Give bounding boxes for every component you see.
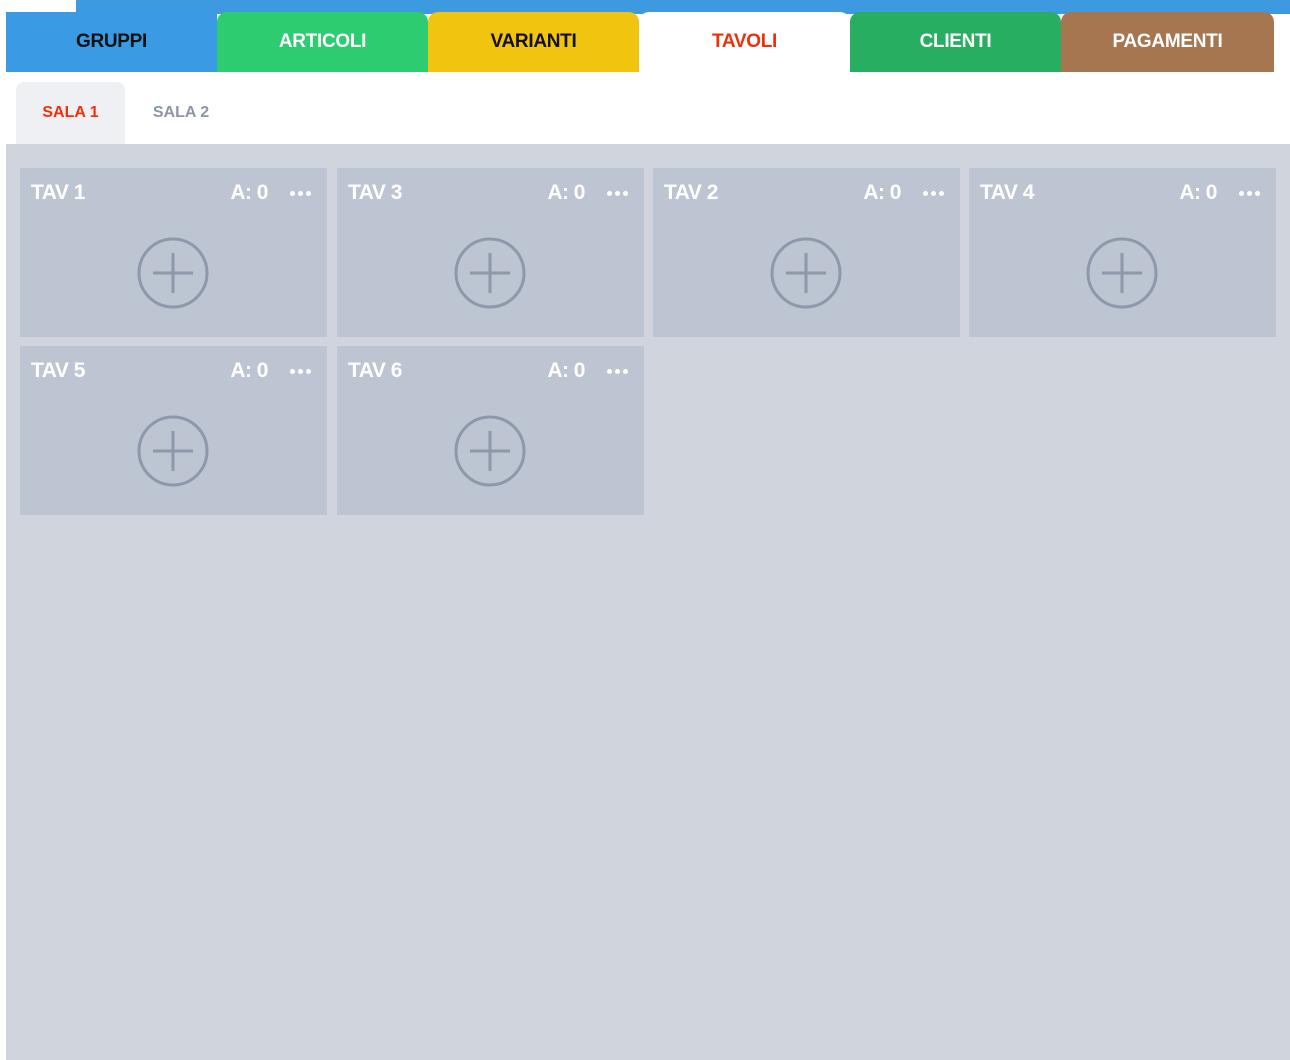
table-card[interactable]: TAV 4 A: 0 (969, 168, 1276, 337)
table-count: A: 0 (547, 359, 585, 382)
plus-circle-icon[interactable] (454, 237, 526, 309)
tab-label: PAGAMENTI (1112, 31, 1223, 52)
main-tabbar: GRUPPI ARTICOLI VARIANTI TAVOLI CLIENTI … (6, 12, 1290, 72)
table-floor: TAV 1 A: 0 TAV 3 A: 0 TAV 2 A: 0 TAV 4 A… (6, 144, 1290, 1060)
more-dots-icon[interactable] (918, 182, 948, 204)
table-count: A: 0 (230, 181, 268, 204)
tab-label: VARIANTI (490, 31, 577, 52)
top-strip-gap (6, 0, 76, 12)
more-dots-icon[interactable] (1234, 182, 1264, 204)
table-name: TAV 3 (348, 181, 402, 204)
table-card[interactable]: TAV 3 A: 0 (337, 168, 644, 337)
table-count: A: 0 (863, 181, 901, 204)
plus-circle-icon[interactable] (137, 415, 209, 487)
plus-circle-icon[interactable] (770, 237, 842, 309)
room-tab-label: SALA 1 (42, 104, 99, 121)
app-root: GRUPPI ARTICOLI VARIANTI TAVOLI CLIENTI … (6, 0, 1290, 1060)
table-name: TAV 5 (31, 359, 85, 382)
more-dots-icon[interactable] (285, 182, 315, 204)
room-tabbar: SALA 1 SALA 2 (6, 72, 1290, 144)
tab-articoli[interactable]: ARTICOLI (217, 12, 428, 72)
table-name: TAV 6 (348, 359, 402, 382)
table-name: TAV 2 (664, 181, 718, 204)
table-count: A: 0 (230, 359, 268, 382)
tab-clienti[interactable]: CLIENTI (850, 12, 1061, 72)
tab-gruppi[interactable]: GRUPPI (6, 12, 217, 72)
more-dots-icon[interactable] (285, 360, 315, 382)
table-count: A: 0 (547, 181, 585, 204)
table-card[interactable]: TAV 1 A: 0 (20, 168, 327, 337)
more-dots-icon[interactable] (602, 182, 632, 204)
room-tab-sala-2[interactable]: SALA 2 (125, 82, 237, 144)
tab-label: TAVOLI (711, 31, 778, 52)
tab-tavoli[interactable]: TAVOLI (639, 12, 850, 72)
table-name: TAV 1 (31, 181, 85, 204)
tab-varianti[interactable]: VARIANTI (428, 12, 639, 72)
tab-label: ARTICOLI (278, 31, 367, 52)
tab-label: CLIENTI (919, 31, 992, 52)
more-dots-icon[interactable] (602, 360, 632, 382)
plus-circle-icon[interactable] (137, 237, 209, 309)
plus-circle-icon[interactable] (1086, 237, 1158, 309)
table-count: A: 0 (1179, 181, 1217, 204)
plus-circle-icon[interactable] (454, 415, 526, 487)
room-tab-label: SALA 2 (152, 104, 210, 121)
table-card[interactable]: TAV 5 A: 0 (20, 346, 327, 515)
room-tab-sala-1[interactable]: SALA 1 (16, 82, 125, 144)
table-card[interactable]: TAV 6 A: 0 (337, 346, 644, 515)
table-card[interactable]: TAV 2 A: 0 (653, 168, 960, 337)
tab-pagamenti[interactable]: PAGAMENTI (1061, 12, 1274, 72)
tab-label: GRUPPI (75, 31, 148, 52)
table-name: TAV 4 (980, 181, 1034, 204)
